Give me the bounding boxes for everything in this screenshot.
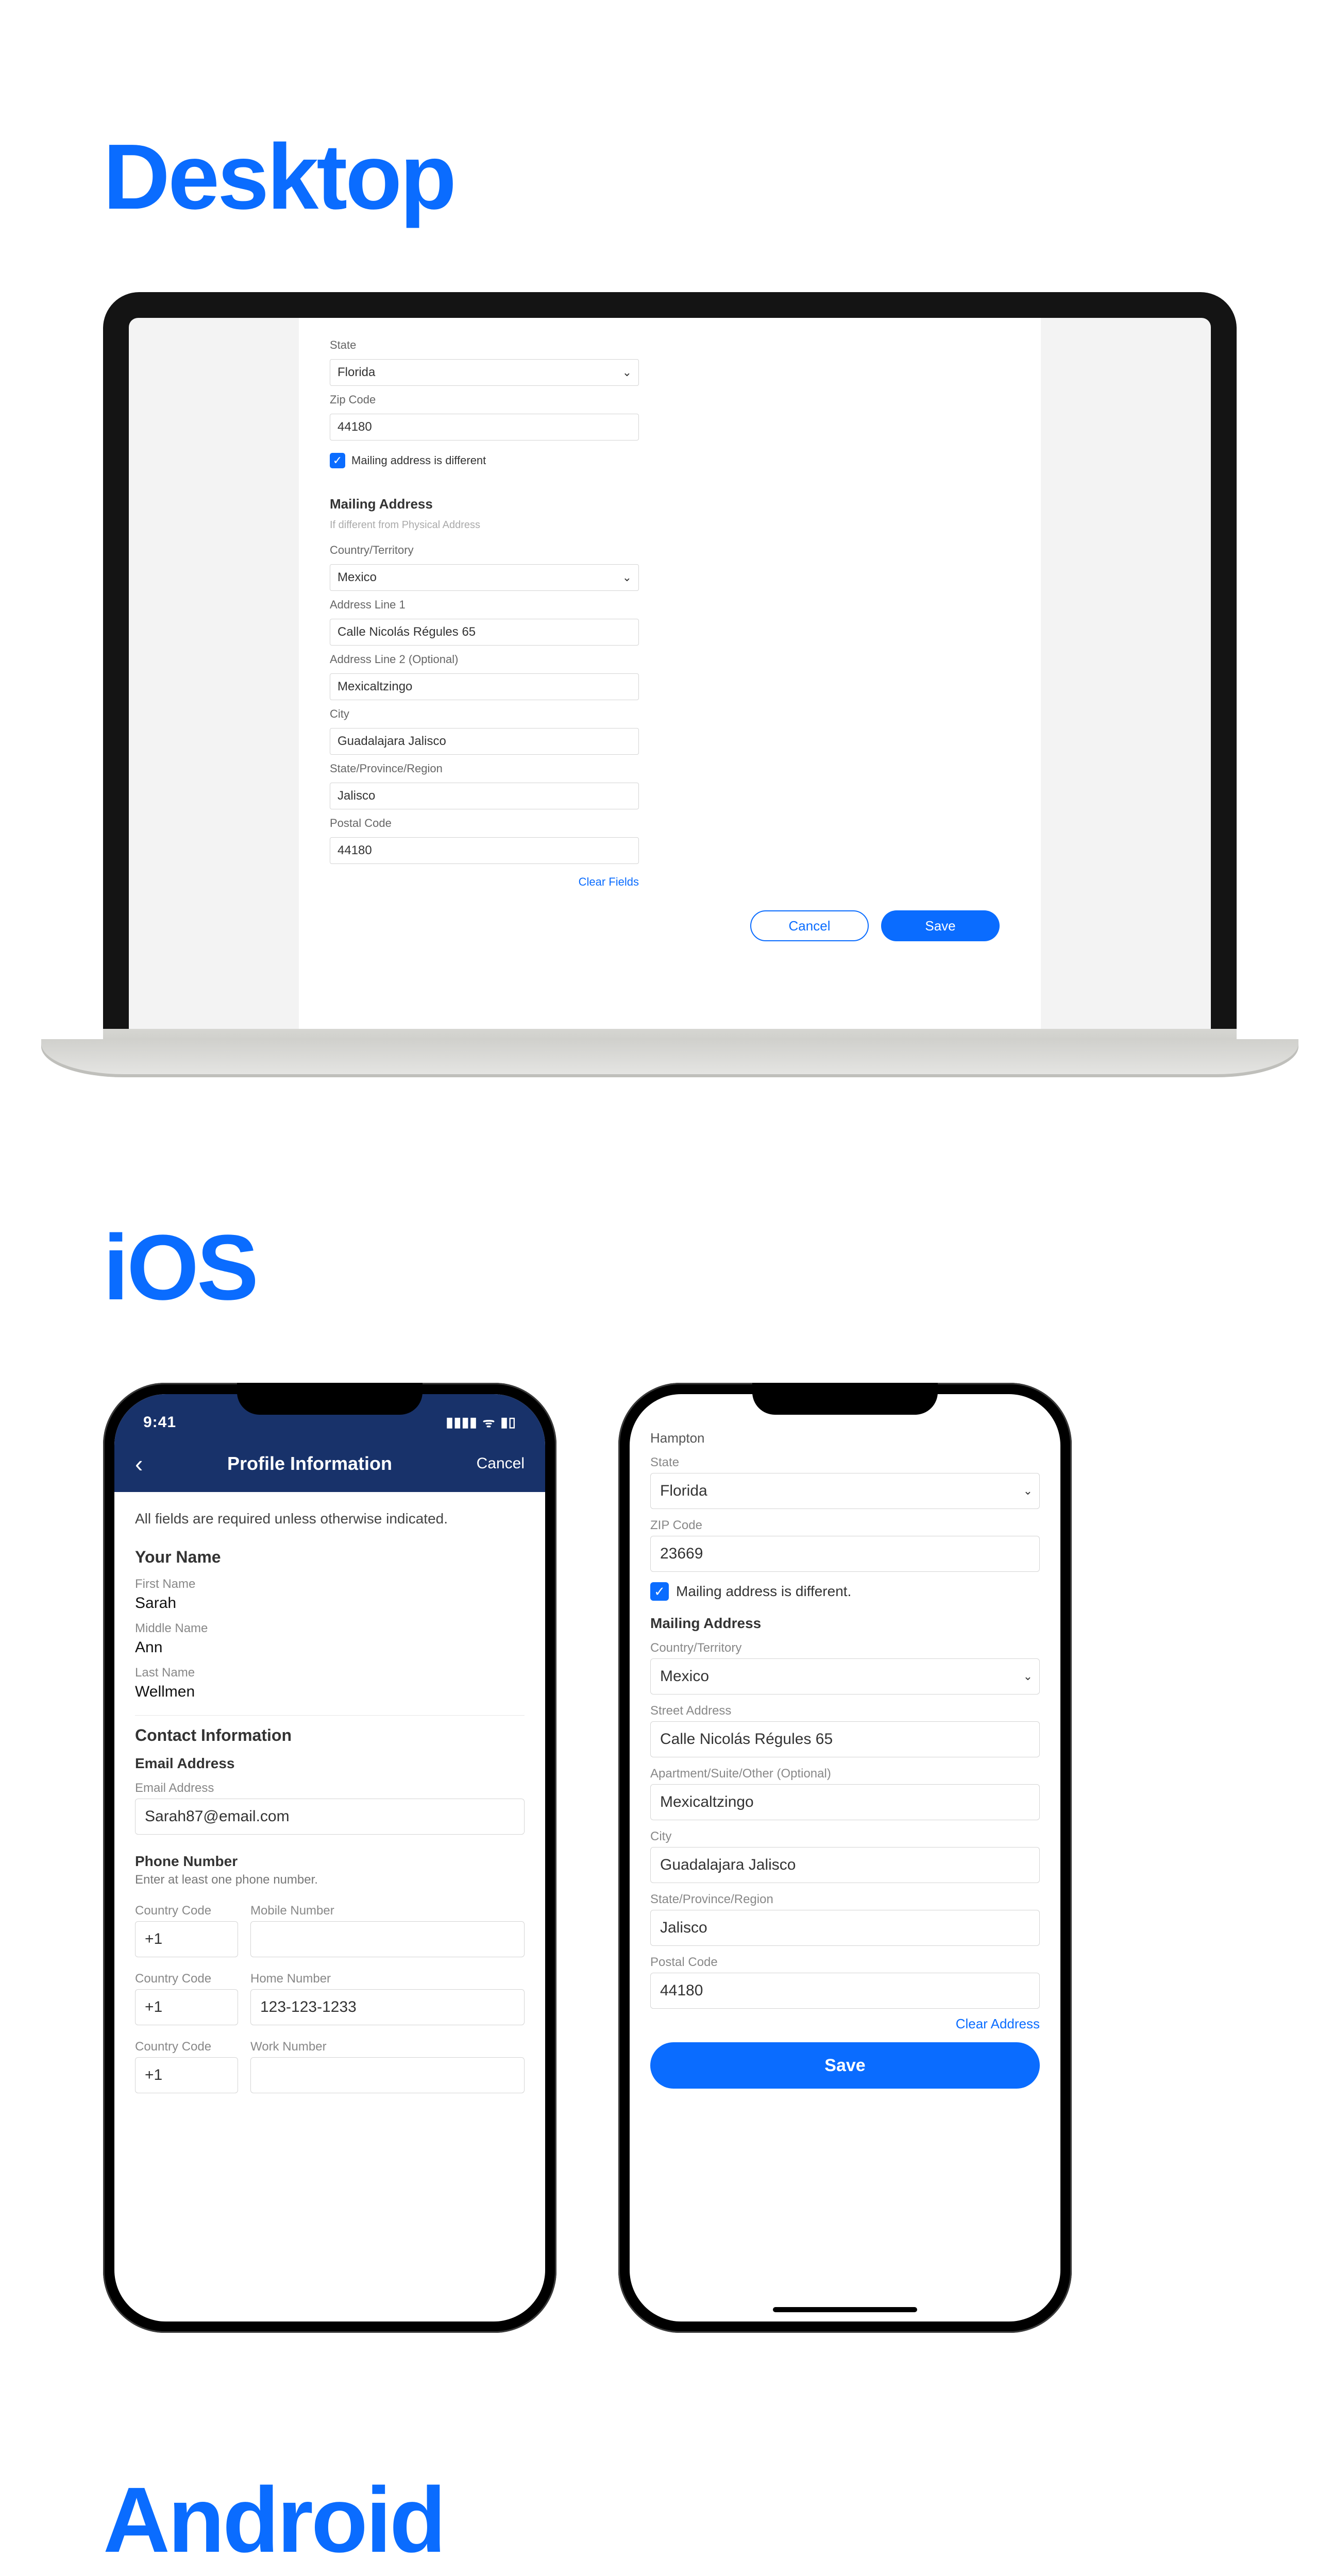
cc-input-1[interactable] [135,1921,238,1957]
clear-fields-link[interactable]: Clear Fields [330,875,639,889]
contact-heading: Contact Information [135,1726,525,1745]
work-input[interactable] [250,2057,525,2093]
your-name-heading: Your Name [135,1548,525,1567]
street-label: Street Address [650,1704,1040,1718]
mailing-different-checkbox[interactable]: ✓ [650,1582,669,1601]
city-label: City [650,1829,1040,1844]
address2-input[interactable] [330,673,639,700]
state-select[interactable] [650,1473,1040,1509]
signal-icon: ▮▮▮▮ [446,1414,477,1430]
hampton-text: Hampton [650,1430,1040,1446]
phone-notch [237,1383,423,1415]
postal-input[interactable] [330,837,639,864]
postal-input[interactable] [650,1973,1040,2009]
laptop-notch [613,292,727,318]
apt-label: Apartment/Suite/Other (Optional) [650,1767,1040,1781]
region-label: State/Province/Region [650,1892,1040,1907]
mailing-different-checkbox[interactable]: ✓ [330,453,345,468]
state-label: State [650,1455,1040,1470]
laptop-mockup: State ⌄ Zip Code ✓ Mailing address is di… [103,292,1237,1060]
address1-label: Address Line 1 [330,598,639,612]
save-button[interactable]: Save [881,910,1000,941]
divider [135,1715,525,1716]
heading-ios: iOS [103,1214,1214,1321]
mailing-different-label: Mailing address is different [351,454,486,467]
street-input[interactable] [650,1721,1040,1757]
middle-name-value: Ann [135,1639,525,1656]
last-name-label: Last Name [135,1666,525,1680]
last-name-value: Wellmen [135,1683,525,1701]
cc-label-2: Country Code [135,1972,238,1986]
email-subheading: Email Address [135,1755,525,1772]
home-indicator [773,2307,917,2312]
cc-input-3[interactable] [135,2057,238,2093]
cc-label-3: Country Code [135,2040,238,2054]
cc-input-2[interactable] [135,1989,238,2025]
required-note: All fields are required unless otherwise… [135,1511,525,1527]
wifi-icon: ᯤ [483,1413,496,1431]
state-select[interactable] [330,359,639,386]
country-label: Country/Territory [650,1641,1040,1655]
mailing-different-label: Mailing address is different. [676,1583,851,1600]
country-select[interactable] [330,564,639,591]
zip-input[interactable] [330,414,639,440]
ios-phone-b: Hampton State ⌄ ZIP Code ✓ Mailing addre… [618,1383,1072,2333]
city-input[interactable] [330,728,639,755]
region-label: State/Province/Region [330,762,639,775]
heading-desktop: Desktop [103,124,1214,230]
middle-name-label: Middle Name [135,1621,525,1636]
ios-phone-a: 9:41 ▮▮▮▮ ᯤ ▮▯ ‹ Profile Information Can… [103,1383,556,2333]
header-title: Profile Information [143,1453,476,1475]
state-label: State [330,338,639,352]
postal-label: Postal Code [330,817,639,830]
first-name-value: Sarah [135,1595,525,1612]
country-select[interactable] [650,1658,1040,1694]
region-input[interactable] [650,1910,1040,1946]
phone-notch [752,1383,938,1415]
apt-input[interactable] [650,1784,1040,1820]
home-label: Home Number [250,1972,525,1986]
work-label: Work Number [250,2040,525,2054]
email-input[interactable] [135,1799,525,1835]
cc-label-1: Country Code [135,1904,238,1918]
zip-input[interactable] [650,1536,1040,1572]
header-cancel[interactable]: Cancel [477,1455,525,1472]
mobile-label: Mobile Number [250,1904,525,1918]
battery-icon: ▮▯ [500,1414,516,1430]
back-icon[interactable]: ‹ [135,1450,143,1478]
mobile-input[interactable] [250,1921,525,1957]
city-label: City [330,707,639,721]
home-input[interactable] [250,1989,525,2025]
clear-address-link[interactable]: Clear Address [650,2016,1040,2032]
save-button[interactable]: Save [650,2042,1040,2089]
zip-label: ZIP Code [650,1518,1040,1533]
region-input[interactable] [330,783,639,809]
city-input[interactable] [650,1847,1040,1883]
heading-android: Android [103,2467,1214,2573]
zip-label: Zip Code [330,393,639,406]
address2-label: Address Line 2 (Optional) [330,653,639,666]
app-header: ‹ Profile Information Cancel [114,1435,545,1492]
country-label: Country/Territory [330,544,639,557]
cancel-button[interactable]: Cancel [750,910,869,941]
phone-subheading: Phone Number [135,1853,525,1870]
email-label: Email Address [135,1781,525,1795]
first-name-label: First Name [135,1577,525,1591]
address1-input[interactable] [330,619,639,646]
mailing-heading: Mailing Address [650,1615,1040,1632]
postal-label: Postal Code [650,1955,1040,1970]
mailing-subheading: If different from Physical Address [330,519,639,531]
phone-hint: Enter at least one phone number. [135,1873,525,1887]
mailing-heading: Mailing Address [330,496,639,512]
status-time: 9:41 [143,1414,176,1431]
